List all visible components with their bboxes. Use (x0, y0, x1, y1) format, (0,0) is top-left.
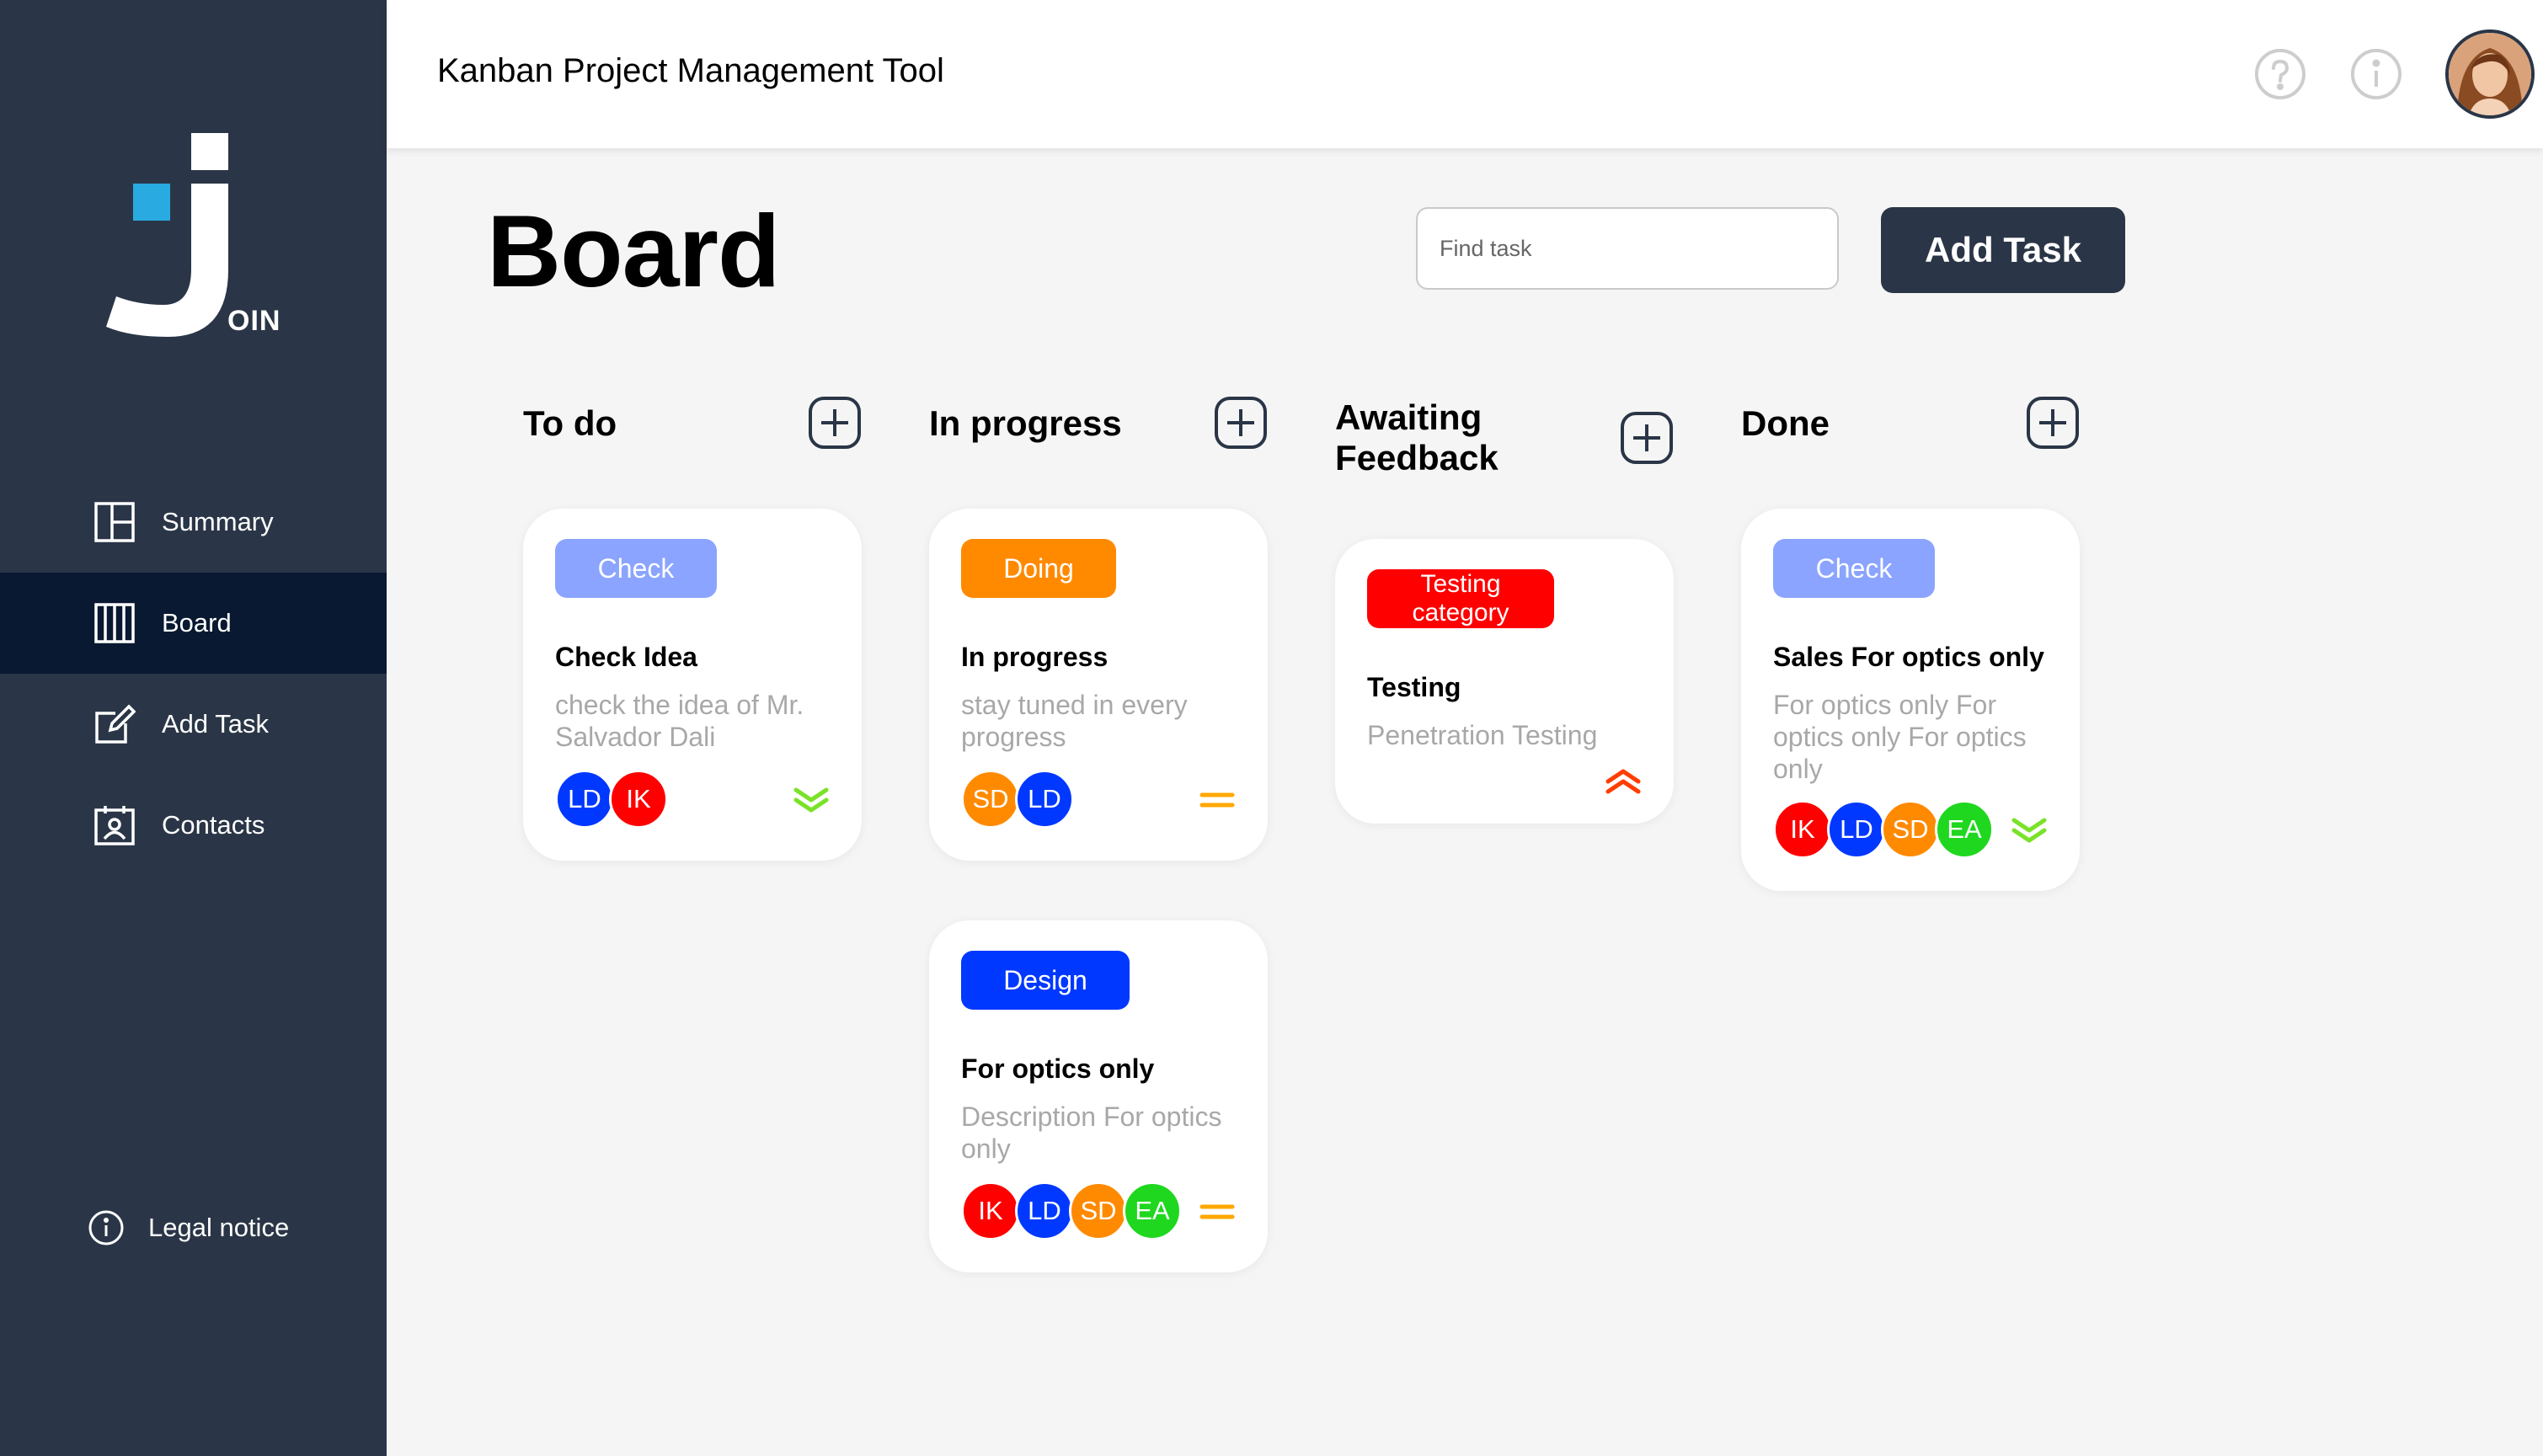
category-tag: Design (961, 951, 1130, 1010)
task-description: Description For optics only (961, 1101, 1222, 1164)
priority-low-icon (791, 783, 831, 817)
column-title-awaiting-feedback: Awaiting Feedback (1335, 397, 1499, 477)
priority-medium-icon (1197, 783, 1237, 817)
help-icon[interactable] (2253, 47, 2307, 101)
priority-medium-icon (1197, 1195, 1237, 1229)
sidebar-nav: Summary Board Add Task Contacts (0, 472, 387, 876)
assignee-avatar: SD (1881, 800, 1940, 859)
assignee-avatar: IK (609, 770, 668, 829)
legal-notice-label: Legal notice (148, 1213, 290, 1242)
assignee-avatar: LD (555, 770, 614, 829)
assignee-avatar: EA (1935, 800, 1994, 859)
assignee-list: SD LD (961, 770, 1074, 829)
category-tag: Doing (961, 539, 1116, 598)
task-description: stay tuned in every progress (961, 690, 1188, 752)
sidebar-item-label: Add Task (162, 709, 269, 739)
board-icon (93, 601, 136, 645)
sidebar-item-label: Contacts (162, 810, 265, 840)
priority-low-icon (2009, 813, 2049, 847)
category-tag: Check (1773, 539, 1935, 598)
page-title: Board (487, 194, 780, 308)
sidebar-item-label: Summary (162, 507, 274, 536)
column-title-done: Done (1741, 403, 1830, 443)
task-title: Testing (1367, 672, 1461, 702)
sidebar-item-add-task[interactable]: Add Task (0, 674, 387, 775)
assignee-avatar: EA (1123, 1181, 1182, 1240)
sidebar-item-board[interactable]: Board (0, 573, 387, 674)
column-title-todo: To do (523, 403, 617, 443)
task-title: Check Idea (555, 642, 697, 672)
task-description: check the idea of Mr. Salvador Dali (555, 690, 804, 752)
task-card[interactable]: Check Sales For optics only For optics o… (1741, 509, 2080, 891)
assignee-list: LD IK (555, 770, 668, 829)
assignee-list: IK LD SD EA (961, 1181, 1182, 1240)
task-title: Sales For optics only (1773, 642, 2044, 672)
assignee-list: IK LD SD EA (1773, 800, 1994, 859)
edit-icon (93, 702, 136, 746)
logo-text: OIN (227, 305, 281, 337)
task-description: Penetration Testing (1367, 720, 1598, 750)
assignee-avatar: LD (1015, 770, 1074, 829)
task-title: For optics only (961, 1053, 1155, 1084)
legal-notice-link[interactable]: Legal notice (88, 1209, 289, 1246)
assignee-avatar: IK (961, 1181, 1020, 1240)
task-card[interactable]: Check Check Idea check the idea of Mr. S… (523, 509, 862, 861)
summary-icon (93, 500, 136, 544)
assignee-avatar: SD (961, 770, 1020, 829)
contacts-icon (93, 803, 136, 847)
task-title: In progress (961, 642, 1109, 672)
sidebar-item-summary[interactable]: Summary (0, 472, 387, 573)
assignee-avatar: SD (1069, 1181, 1128, 1240)
task-description: For optics only For optics only For opti… (1773, 690, 2027, 784)
task-card[interactable]: Doing In progress stay tuned in every pr… (929, 509, 1268, 861)
add-task-button[interactable]: Add Task (1881, 207, 2125, 293)
info-icon[interactable] (2349, 47, 2403, 101)
sidebar-item-label: Board (162, 608, 232, 637)
assignee-avatar: LD (1015, 1181, 1074, 1240)
add-card-awaiting-feedback-button[interactable] (1620, 411, 1674, 465)
app-title: Kanban Project Management Tool (437, 52, 944, 89)
add-card-in-progress-button[interactable] (1214, 396, 1268, 450)
add-card-todo-button[interactable] (808, 396, 862, 450)
task-card[interactable]: Testing category Testing Penetration Tes… (1335, 539, 1674, 824)
top-header: Kanban Project Management Tool (387, 0, 2543, 148)
task-card[interactable]: Design For optics only Description For o… (929, 920, 1268, 1272)
add-card-done-button[interactable] (2026, 396, 2080, 450)
sidebar: OIN Summary Board Add Task Contacts Lega… (0, 0, 387, 1456)
column-title-in-progress: In progress (929, 403, 1122, 443)
assignee-avatar: IK (1773, 800, 1832, 859)
assignee-avatar: LD (1827, 800, 1886, 859)
category-tag: Check (555, 539, 717, 598)
join-logo[interactable]: OIN (103, 128, 280, 339)
priority-urgent-icon (1603, 763, 1643, 797)
info-icon (88, 1209, 125, 1246)
category-tag: Testing category (1367, 569, 1554, 628)
user-avatar[interactable] (2445, 29, 2535, 119)
sidebar-item-contacts[interactable]: Contacts (0, 775, 387, 876)
search-input[interactable] (1416, 207, 1839, 290)
